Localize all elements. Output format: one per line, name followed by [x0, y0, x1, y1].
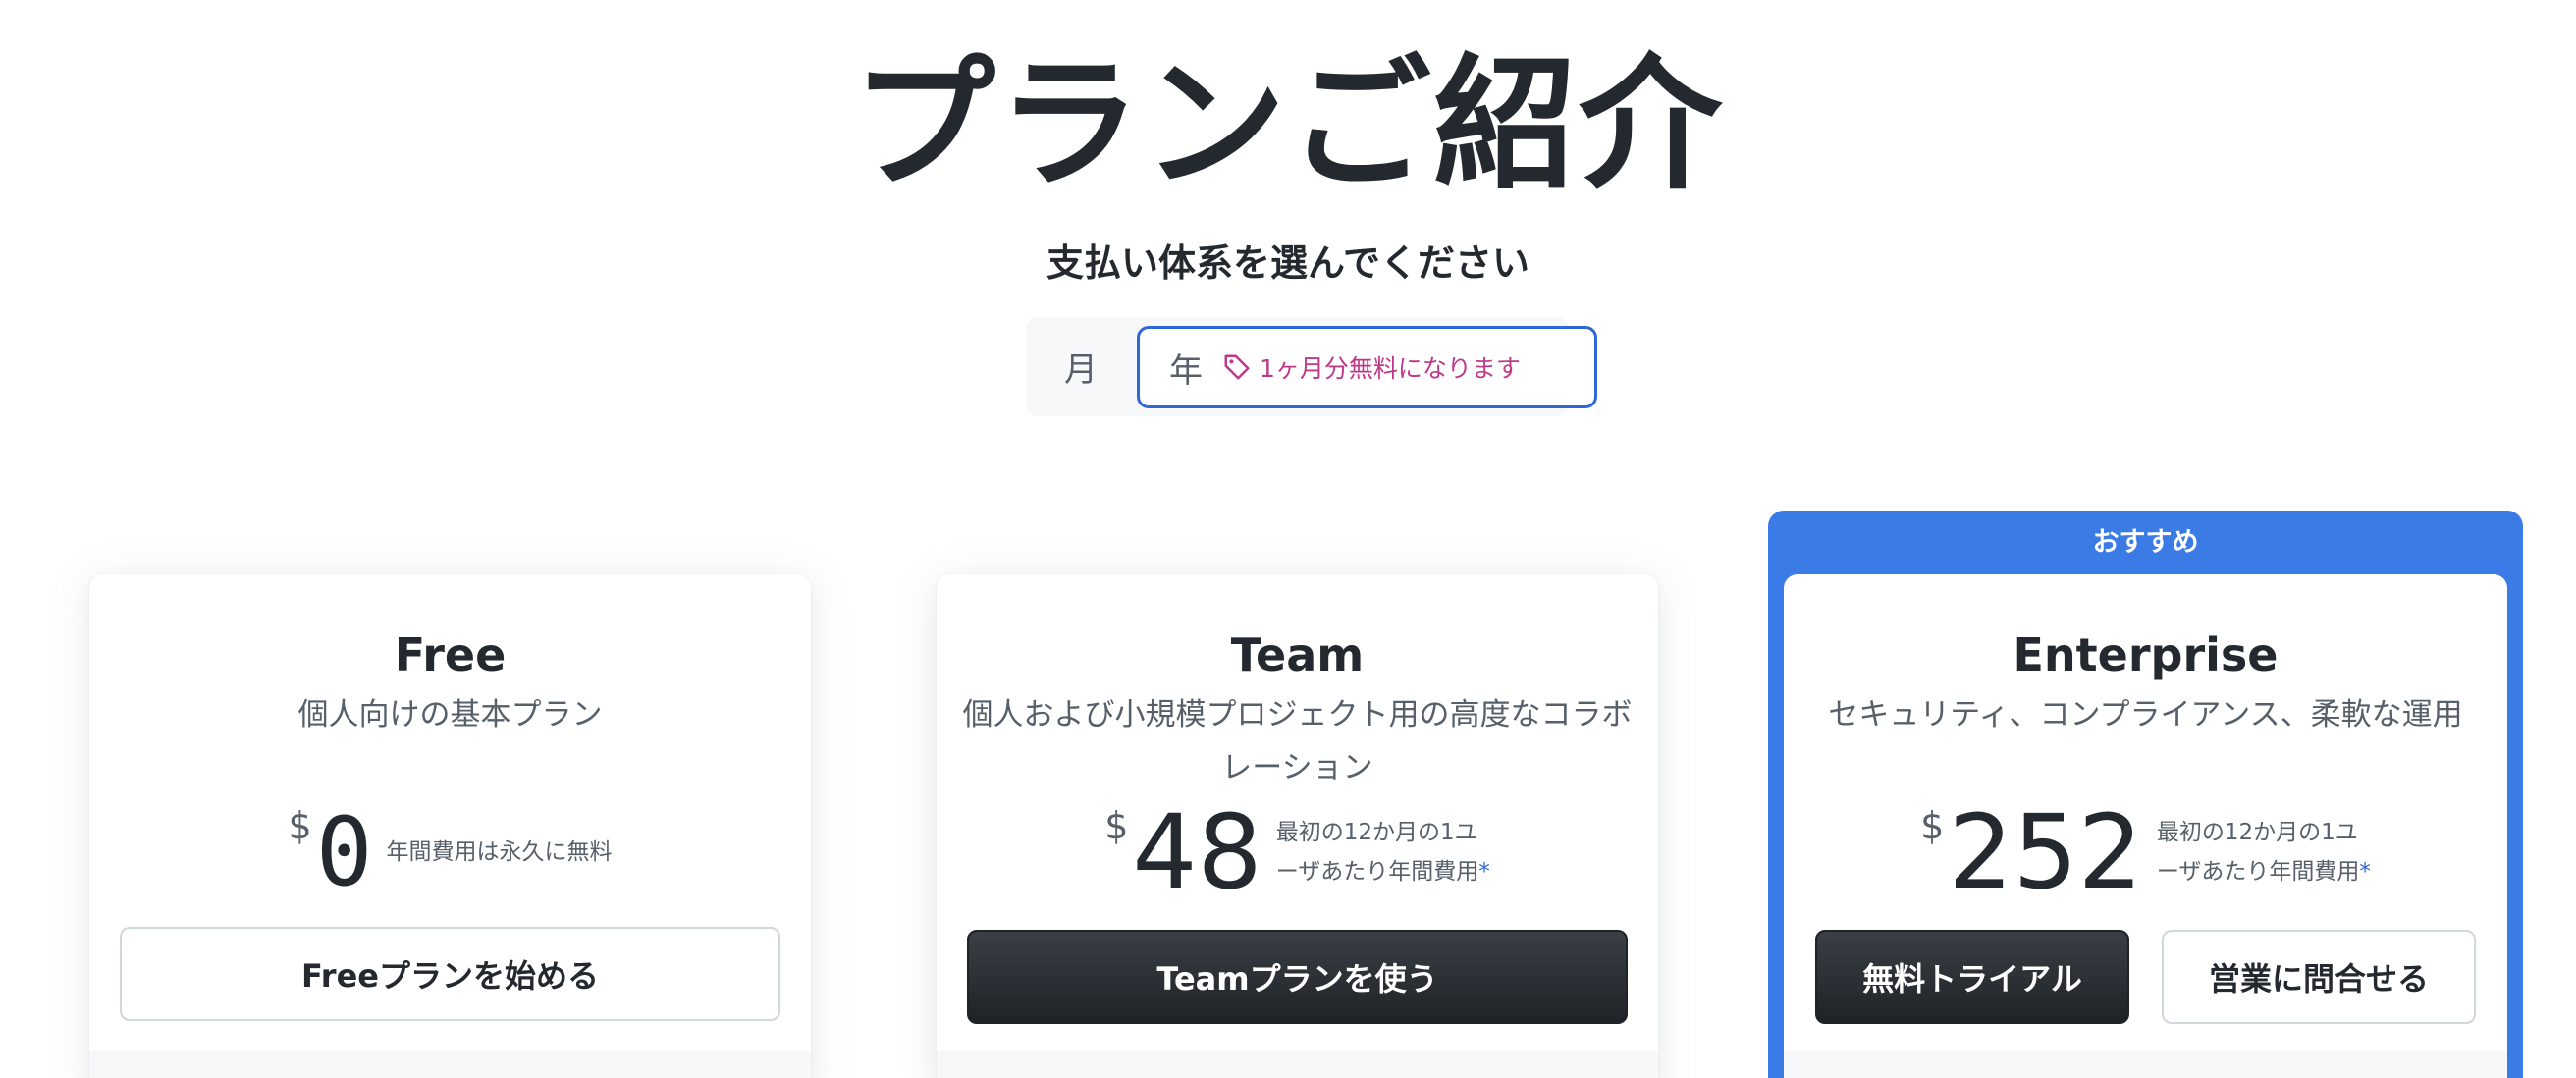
currency-symbol: $ [1920, 804, 1945, 847]
start-free-button[interactable]: Freeプランを始める [120, 927, 780, 1021]
plan-name: Enterprise [2012, 628, 2279, 681]
currency-symbol: $ [288, 804, 312, 847]
toggle-yearly-option[interactable]: 年 1ヶ月分無料になります [1137, 326, 1597, 408]
price-note: 年間費用は永久に無料 [386, 839, 613, 865]
price-amount: 0 [315, 797, 373, 907]
plan-card-free: Free 個人向けの基本プラン $ 0 年間費用は永久に無料 Freeプランを始… [89, 574, 811, 1078]
price-amount: 48 [1132, 792, 1262, 912]
card-footer [89, 1051, 811, 1078]
plan-card-team: Team 個人および小規模プロジェクト用の高度なコラボレーション $ 48 最初… [937, 574, 1658, 1078]
page-title: プランご紹介 [852, 41, 1724, 208]
billing-toggle: 月 年 1ヶ月分無料になります [1026, 317, 1597, 416]
contact-sales-button[interactable]: 営業に問合せる [2162, 930, 2476, 1024]
toggle-yearly-label: 年 [1169, 350, 1203, 391]
price-row: $ 252 最初の12か月の1ユ ーザあたり年間費用* [1784, 798, 2507, 906]
toggle-monthly-option[interactable]: 月 [1026, 317, 1136, 416]
tag-icon [1222, 352, 1252, 382]
price-note-line-1: 最初の12か月の1ユ [1275, 820, 1477, 845]
discount-label: 1ヶ月分無料になります [1260, 354, 1521, 383]
recommended-frame: おすすめ Enterprise セキュリティ、コンプライアンス、柔軟な運用 $ … [1768, 511, 2523, 1078]
plan-description: 個人向けの基本プラン [297, 697, 603, 732]
free-trial-button[interactable]: 無料トライアル [1815, 930, 2129, 1024]
card-footer [1784, 1051, 2507, 1078]
plan-name: Team [1230, 628, 1365, 681]
plan-description: セキュリティ、コンプライアンス、柔軟な運用 [1828, 697, 2463, 732]
price-note: 最初の12か月の1ユ ーザあたり年間費用* [1276, 813, 1490, 891]
pricing-page: プランご紹介 支払い体系を選んでください 月 年 1ヶ月分無料になります Fre… [0, 0, 2576, 1078]
price-row: $ 48 最初の12か月の1ユ ーザあたり年間費用* [937, 798, 1658, 906]
currency-symbol: $ [1104, 804, 1129, 847]
footnote-asterisk[interactable]: * [1478, 859, 1490, 885]
plan-name: Free [394, 628, 507, 681]
plan-description: 個人および小規模プロジェクト用の高度なコラボレーション [962, 697, 1633, 785]
price-note: 最初の12か月の1ユ ーザあたり年間費用* [2157, 813, 2371, 891]
price-note-line-1: 最初の12か月の1ユ [2156, 820, 2358, 845]
use-team-button[interactable]: Teamプランを使う [967, 930, 1628, 1024]
card-footer [937, 1051, 1658, 1078]
price-row: $ 0 年間費用は永久に無料 [89, 798, 811, 906]
footnote-asterisk[interactable]: * [2359, 859, 2371, 885]
price-note-line-2: ーザあたり年間費用 [2156, 859, 2360, 885]
billing-cycle-label: 支払い体系を選んでください [1046, 242, 1530, 285]
price-note-line-2: ーザあたり年間費用 [1275, 859, 1479, 885]
plan-card-enterprise: Enterprise セキュリティ、コンプライアンス、柔軟な運用 $ 252 最… [1784, 574, 2507, 1078]
price-amount: 252 [1948, 792, 2143, 912]
recommended-badge: おすすめ [2092, 527, 2199, 558]
